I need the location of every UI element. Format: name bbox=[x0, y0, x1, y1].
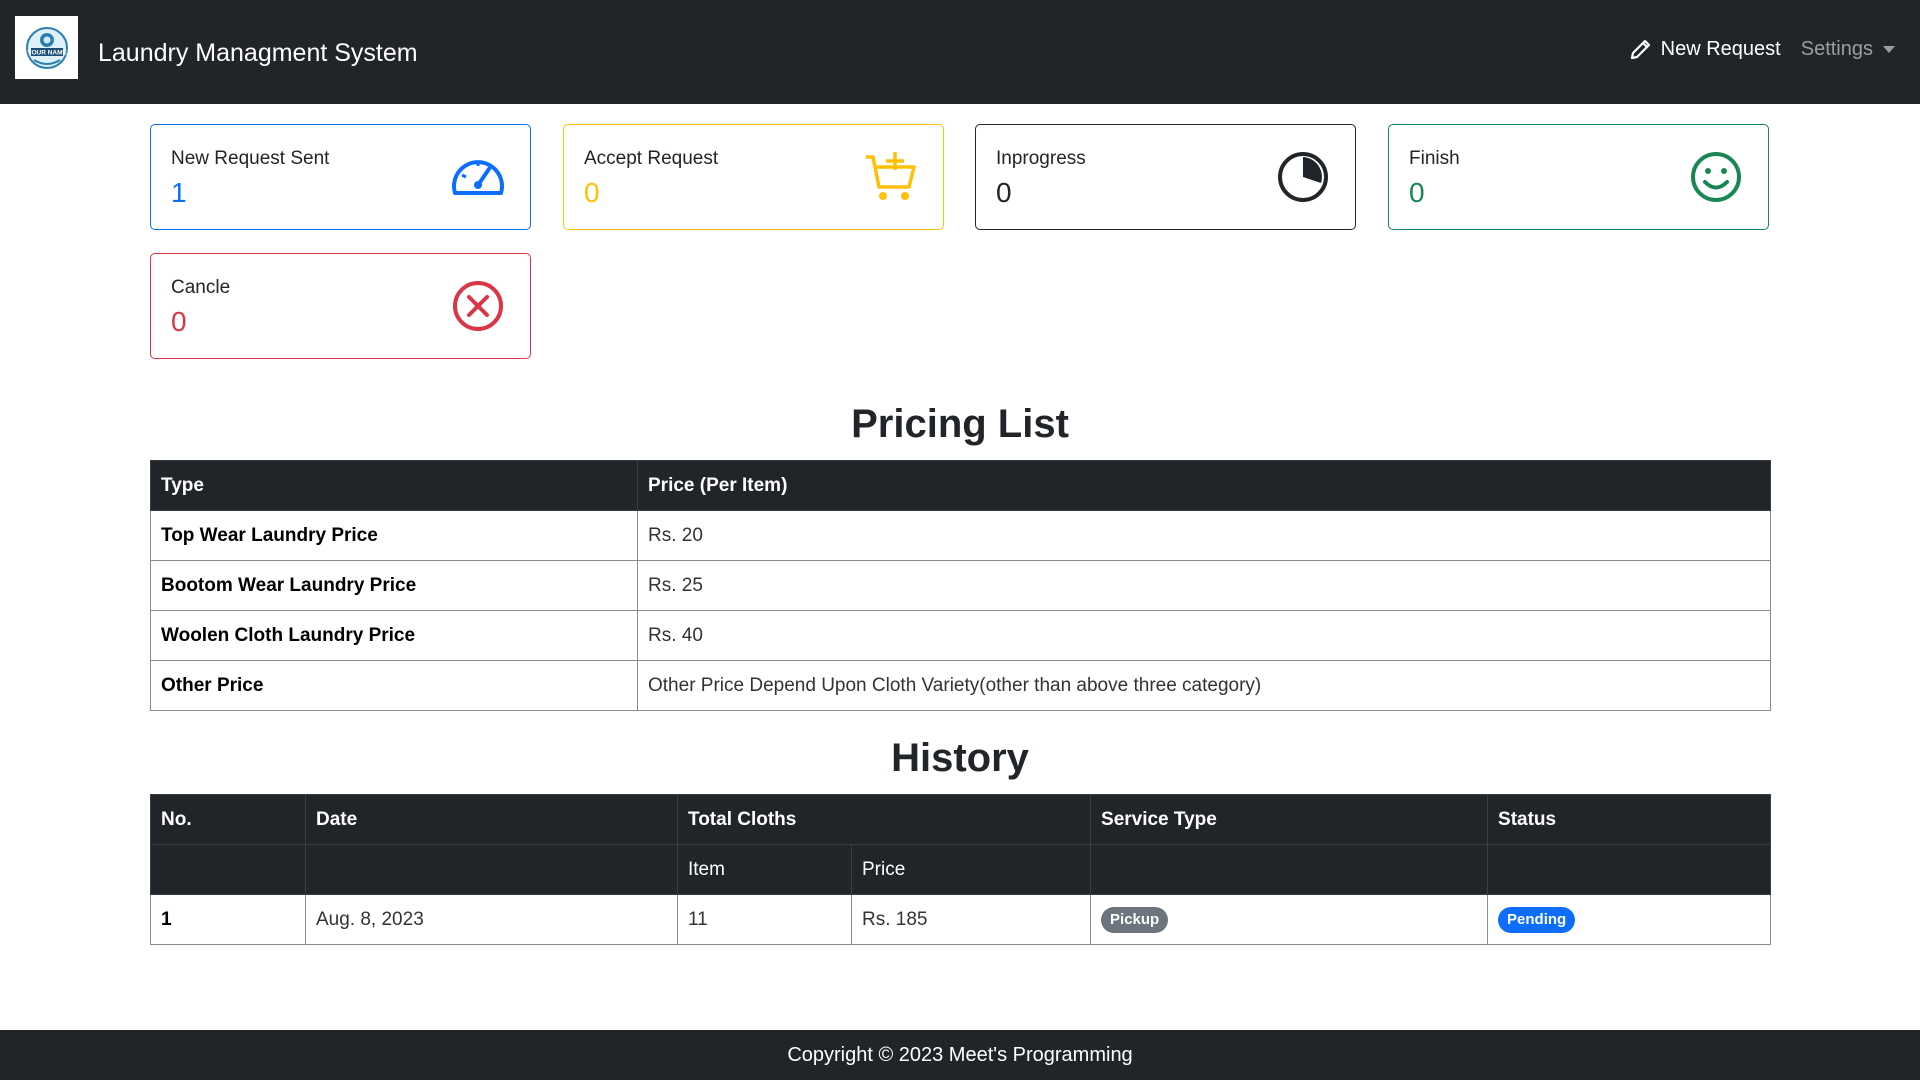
card-label: Accept Request bbox=[584, 148, 719, 169]
table-row: Top Wear Laundry Price Rs. 20 bbox=[150, 510, 1771, 561]
cart-plus-icon bbox=[866, 152, 916, 200]
price-type-cell: Woolen Cloth Laundry Price bbox=[150, 610, 638, 661]
column-header-total-cloths: Total Cloths bbox=[676, 794, 1092, 845]
svg-text:YOUR NAME: YOUR NAME bbox=[27, 49, 67, 56]
table-row: Woolen Cloth Laundry Price Rs. 40 bbox=[150, 610, 1771, 661]
x-circle-icon bbox=[453, 281, 503, 331]
subheader-empty bbox=[305, 844, 678, 895]
history-status-cell: Pending bbox=[1487, 894, 1772, 945]
column-header-date: Date bbox=[305, 794, 678, 845]
history-no-cell: 1 bbox=[150, 894, 306, 945]
smile-icon bbox=[1691, 152, 1741, 202]
chevron-down-icon bbox=[1883, 45, 1895, 53]
price-type-cell: Other Price bbox=[150, 660, 638, 711]
card-label: Cancle bbox=[171, 277, 231, 298]
table-row[interactable]: 1 Aug. 8, 2023 11 Rs. 185 Pickup Pending bbox=[150, 894, 1772, 945]
history-item-cell: 11 bbox=[677, 894, 852, 945]
card-inprogress[interactable]: Inprogress 0 bbox=[975, 124, 1356, 230]
card-label: Inprogress bbox=[996, 148, 1086, 169]
price-type-cell: Bootom Wear Laundry Price bbox=[150, 560, 638, 611]
pencil-icon bbox=[1630, 39, 1650, 60]
subheader-empty bbox=[150, 844, 306, 895]
brand-logo[interactable]: YOUR NAME bbox=[15, 16, 78, 79]
card-value: 0 bbox=[996, 177, 1012, 208]
history-price-cell: Rs. 185 bbox=[850, 894, 1092, 945]
price-value-cell: Other Price Depend Upon Cloth Variety(ot… bbox=[637, 660, 1771, 711]
speedometer-icon bbox=[452, 160, 504, 195]
status-badge: Pending bbox=[1498, 906, 1576, 933]
table-header-row: Type Price (Per Item) bbox=[150, 460, 1771, 511]
card-finish[interactable]: Finish 0 bbox=[1388, 124, 1769, 230]
card-value: 0 bbox=[584, 177, 600, 208]
history-title: History bbox=[891, 736, 1029, 780]
table-subheader-row: Item Price bbox=[150, 844, 1772, 895]
copyright-text: Copyright © 2023 Meet's Programming bbox=[787, 1043, 1133, 1066]
price-value-cell: Rs. 20 bbox=[637, 510, 1771, 561]
price-value-cell: Rs. 25 bbox=[637, 560, 1771, 611]
column-header-item: Item bbox=[677, 844, 852, 895]
table-row: Other Price Other Price Depend Upon Clot… bbox=[150, 660, 1771, 711]
top-navbar: YOUR NAME Laundry Managment System New R… bbox=[0, 0, 1920, 104]
subheader-empty bbox=[1090, 844, 1489, 895]
table-header-row: No. Date Total Cloths Service Type Statu… bbox=[150, 794, 1772, 845]
settings-dropdown[interactable]: Settings bbox=[1801, 38, 1895, 61]
app-title[interactable]: Laundry Managment System bbox=[98, 36, 418, 70]
pie-progress-icon bbox=[1278, 152, 1328, 202]
card-accept-request[interactable]: Accept Request 0 bbox=[563, 124, 944, 230]
table-row: Bootom Wear Laundry Price Rs. 25 bbox=[150, 560, 1771, 611]
card-label: Finish bbox=[1409, 148, 1460, 169]
column-header-service-type: Service Type bbox=[1090, 794, 1489, 845]
card-label: New Request Sent bbox=[171, 148, 330, 169]
card-value: 0 bbox=[1409, 177, 1425, 208]
pricing-list-title: Pricing List bbox=[851, 402, 1069, 446]
card-cancle[interactable]: Cancle 0 bbox=[150, 253, 531, 359]
service-type-badge: Pickup bbox=[1101, 906, 1169, 933]
price-type-cell: Top Wear Laundry Price bbox=[150, 510, 638, 561]
footer: Copyright © 2023 Meet's Programming bbox=[0, 1030, 1920, 1080]
card-value: 0 bbox=[171, 306, 187, 337]
column-header-price: Price bbox=[850, 844, 1092, 895]
price-value-cell: Rs. 40 bbox=[637, 610, 1771, 661]
column-header-type: Type bbox=[150, 460, 638, 511]
pricing-table: Type Price (Per Item) Top Wear Laundry P… bbox=[150, 460, 1771, 711]
new-request-label: New Request bbox=[1660, 37, 1781, 60]
column-header-price: Price (Per Item) bbox=[637, 460, 1771, 511]
history-table: No. Date Total Cloths Service Type Statu… bbox=[150, 794, 1772, 945]
new-request-link[interactable]: New Request bbox=[1629, 37, 1781, 61]
column-header-status: Status bbox=[1487, 794, 1772, 845]
settings-label: Settings bbox=[1800, 37, 1873, 60]
history-date-cell: Aug. 8, 2023 bbox=[305, 894, 678, 945]
subheader-empty bbox=[1487, 844, 1772, 895]
card-new-request-sent[interactable]: New Request Sent 1 bbox=[150, 124, 531, 230]
washing-machine-logo-icon: YOUR NAME bbox=[25, 26, 68, 69]
history-service-cell: Pickup bbox=[1090, 894, 1489, 945]
card-value: 1 bbox=[171, 177, 187, 208]
nav-right: New Request Settings bbox=[1629, 32, 1895, 66]
column-header-no: No. bbox=[150, 794, 306, 845]
